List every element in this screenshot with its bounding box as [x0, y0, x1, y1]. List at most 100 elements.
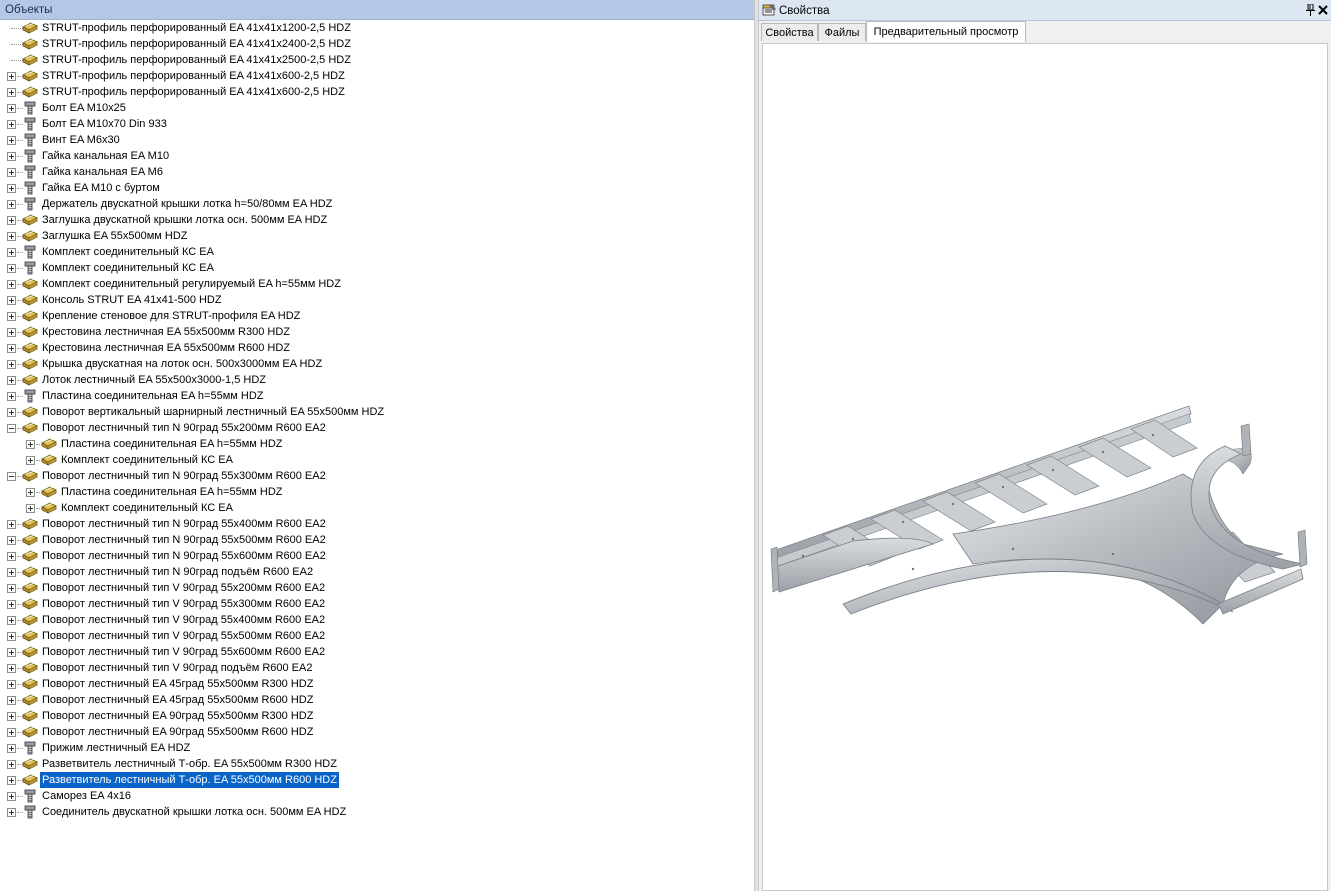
expand-icon[interactable] — [7, 344, 16, 353]
expand-icon[interactable] — [7, 280, 16, 289]
collapse-icon[interactable] — [7, 472, 16, 481]
tree-row[interactable]: Винт EA M6x30 — [0, 132, 754, 148]
expand-icon[interactable] — [7, 72, 16, 81]
tree-row[interactable]: Поворот лестничный тип V 90град 55x500мм… — [0, 628, 754, 644]
expand-icon[interactable] — [7, 376, 16, 385]
tree-row[interactable]: Гайка EA M10 с буртом — [0, 180, 754, 196]
expand-icon[interactable] — [7, 616, 16, 625]
tree-row[interactable]: Болт EA M10x25 — [0, 100, 754, 116]
expand-icon[interactable] — [7, 760, 16, 769]
tree-row[interactable]: Консоль STRUT EA 41x41-500 HDZ — [0, 292, 754, 308]
tree-row[interactable]: Поворот лестничный тип N 90град подъём R… — [0, 564, 754, 580]
tree-row[interactable]: Саморез EA 4x16 — [0, 788, 754, 804]
tree-row[interactable]: Поворот лестничный тип V 90град 55x400мм… — [0, 612, 754, 628]
tree-row[interactable]: Поворот лестничный EA 90град 55x500мм R3… — [0, 708, 754, 724]
tree-row[interactable]: Поворот лестничный тип N 90град 55x200мм… — [0, 420, 754, 436]
tree-row[interactable]: Лоток лестничный EA 55x500x3000-1,5 HDZ — [0, 372, 754, 388]
expand-icon[interactable] — [7, 216, 16, 225]
expand-icon[interactable] — [7, 392, 16, 401]
pin-icon[interactable] — [1306, 4, 1315, 16]
tree-row[interactable]: Поворот лестничный тип N 90град 55x600мм… — [0, 548, 754, 564]
tree-row[interactable]: STRUT-профиль перфорированный EA 41x41x6… — [0, 68, 754, 84]
tree-row[interactable]: Поворот лестничный EA 45град 55x500мм R6… — [0, 692, 754, 708]
tree-row[interactable]: Держатель двускатной крышки лотка h=50/8… — [0, 196, 754, 212]
expand-icon[interactable] — [7, 152, 16, 161]
tree-row[interactable]: STRUT-профиль перфорированный EA 41x41x6… — [0, 84, 754, 100]
tree-row[interactable]: Поворот лестничный тип N 90град 55x300мм… — [0, 468, 754, 484]
tree-row[interactable]: Комплект соединительный КС EA — [0, 452, 754, 468]
expand-icon[interactable] — [7, 776, 16, 785]
tab-files[interactable]: Файлы — [818, 23, 866, 41]
expand-icon[interactable] — [7, 792, 16, 801]
objects-tree[interactable]: STRUT-профиль перфорированный EA 41x41x1… — [0, 20, 754, 891]
tree-row[interactable]: Комплект соединительный регулируемый EA … — [0, 276, 754, 292]
tree-row[interactable]: STRUT-профиль перфорированный EA 41x41x2… — [0, 36, 754, 52]
expand-icon[interactable] — [7, 680, 16, 689]
expand-icon[interactable] — [7, 184, 16, 193]
tree-row[interactable]: STRUT-профиль перфорированный EA 41x41x1… — [0, 20, 754, 36]
expand-icon[interactable] — [7, 664, 16, 673]
tree-row[interactable]: Прижим лестничный EA HDZ — [0, 740, 754, 756]
expand-icon[interactable] — [7, 808, 16, 817]
tree-row[interactable]: Гайка канальная EA M6 — [0, 164, 754, 180]
expand-icon[interactable] — [7, 600, 16, 609]
tree-row[interactable]: Соединитель двускатной крышки лотка осн.… — [0, 804, 754, 820]
tab-properties[interactable]: Свойства — [761, 23, 818, 41]
tree-row[interactable]: Поворот лестничный тип V 90град 55x600мм… — [0, 644, 754, 660]
tree-row[interactable]: Крышка двускатная на лоток осн. 500x3000… — [0, 356, 754, 372]
tree-row[interactable]: Поворот лестничный тип N 90град 55x500мм… — [0, 532, 754, 548]
expand-icon[interactable] — [7, 728, 16, 737]
tree-row[interactable]: Болт EA M10x70 Din 933 — [0, 116, 754, 132]
expand-icon[interactable] — [7, 120, 16, 129]
tree-row[interactable]: STRUT-профиль перфорированный EA 41x41x2… — [0, 52, 754, 68]
close-icon[interactable] — [1318, 5, 1328, 15]
expand-icon[interactable] — [7, 248, 16, 257]
tree-row[interactable]: Поворот вертикальный шарнирный лестничны… — [0, 404, 754, 420]
tree-row[interactable]: Крестовина лестничная EA 55x500мм R300 H… — [0, 324, 754, 340]
tree-row[interactable]: Пластина соединительная EA h=55мм HDZ — [0, 388, 754, 404]
expand-icon[interactable] — [7, 632, 16, 641]
expand-icon[interactable] — [7, 328, 16, 337]
expand-icon[interactable] — [7, 104, 16, 113]
expand-icon[interactable] — [7, 648, 16, 657]
tree-row[interactable]: Пластина соединительная EA h=55мм HDZ — [0, 436, 754, 452]
expand-icon[interactable] — [26, 456, 35, 465]
tree-row[interactable]: Разветвитель лестничный Т-обр. EA 55x500… — [0, 756, 754, 772]
expand-icon[interactable] — [7, 168, 16, 177]
expand-icon[interactable] — [7, 712, 16, 721]
tree-row[interactable]: Пластина соединительная EA h=55мм HDZ — [0, 484, 754, 500]
tree-row[interactable]: Поворот лестничный тип V 90град 55x200мм… — [0, 580, 754, 596]
expand-icon[interactable] — [7, 520, 16, 529]
tree-row[interactable]: Поворот лестничный тип V 90град подъём R… — [0, 660, 754, 676]
tree-row[interactable]: Поворот лестничный тип V 90град 55x300мм… — [0, 596, 754, 612]
expand-icon[interactable] — [7, 296, 16, 305]
tree-row[interactable]: Крепление стеновое для STRUT-профиля EA … — [0, 308, 754, 324]
expand-icon[interactable] — [26, 504, 35, 513]
expand-icon[interactable] — [7, 744, 16, 753]
tree-row[interactable]: Комплект соединительный КС EA — [0, 260, 754, 276]
tree-row[interactable]: Поворот лестничный EA 45град 55x500мм R3… — [0, 676, 754, 692]
expand-icon[interactable] — [7, 88, 16, 97]
tree-row[interactable]: Комплект соединительный КС EA — [0, 244, 754, 260]
expand-icon[interactable] — [7, 200, 16, 209]
tree-row[interactable]: Крестовина лестничная EA 55x500мм R600 H… — [0, 340, 754, 356]
expand-icon[interactable] — [7, 264, 16, 273]
tree-row[interactable]: Заглушка EA 55x500мм HDZ — [0, 228, 754, 244]
expand-icon[interactable] — [7, 696, 16, 705]
tab-preview[interactable]: Предварительный просмотр — [866, 21, 1026, 42]
expand-icon[interactable] — [7, 408, 16, 417]
tree-row[interactable]: Поворот лестничный EA 90град 55x500мм R6… — [0, 724, 754, 740]
expand-icon[interactable] — [7, 584, 16, 593]
collapse-icon[interactable] — [7, 424, 16, 433]
expand-icon[interactable] — [7, 136, 16, 145]
expand-icon[interactable] — [26, 488, 35, 497]
tree-row[interactable]: Поворот лестничный тип N 90град 55x400мм… — [0, 516, 754, 532]
expand-icon[interactable] — [7, 232, 16, 241]
expand-icon[interactable] — [7, 360, 16, 369]
tree-row[interactable]: Разветвитель лестничный Т-обр. EA 55x500… — [0, 772, 754, 788]
expand-icon[interactable] — [7, 568, 16, 577]
expand-icon[interactable] — [7, 536, 16, 545]
tree-row[interactable]: Гайка канальная EA M10 — [0, 148, 754, 164]
expand-icon[interactable] — [7, 552, 16, 561]
tree-row[interactable]: Заглушка двускатной крышки лотка осн. 50… — [0, 212, 754, 228]
